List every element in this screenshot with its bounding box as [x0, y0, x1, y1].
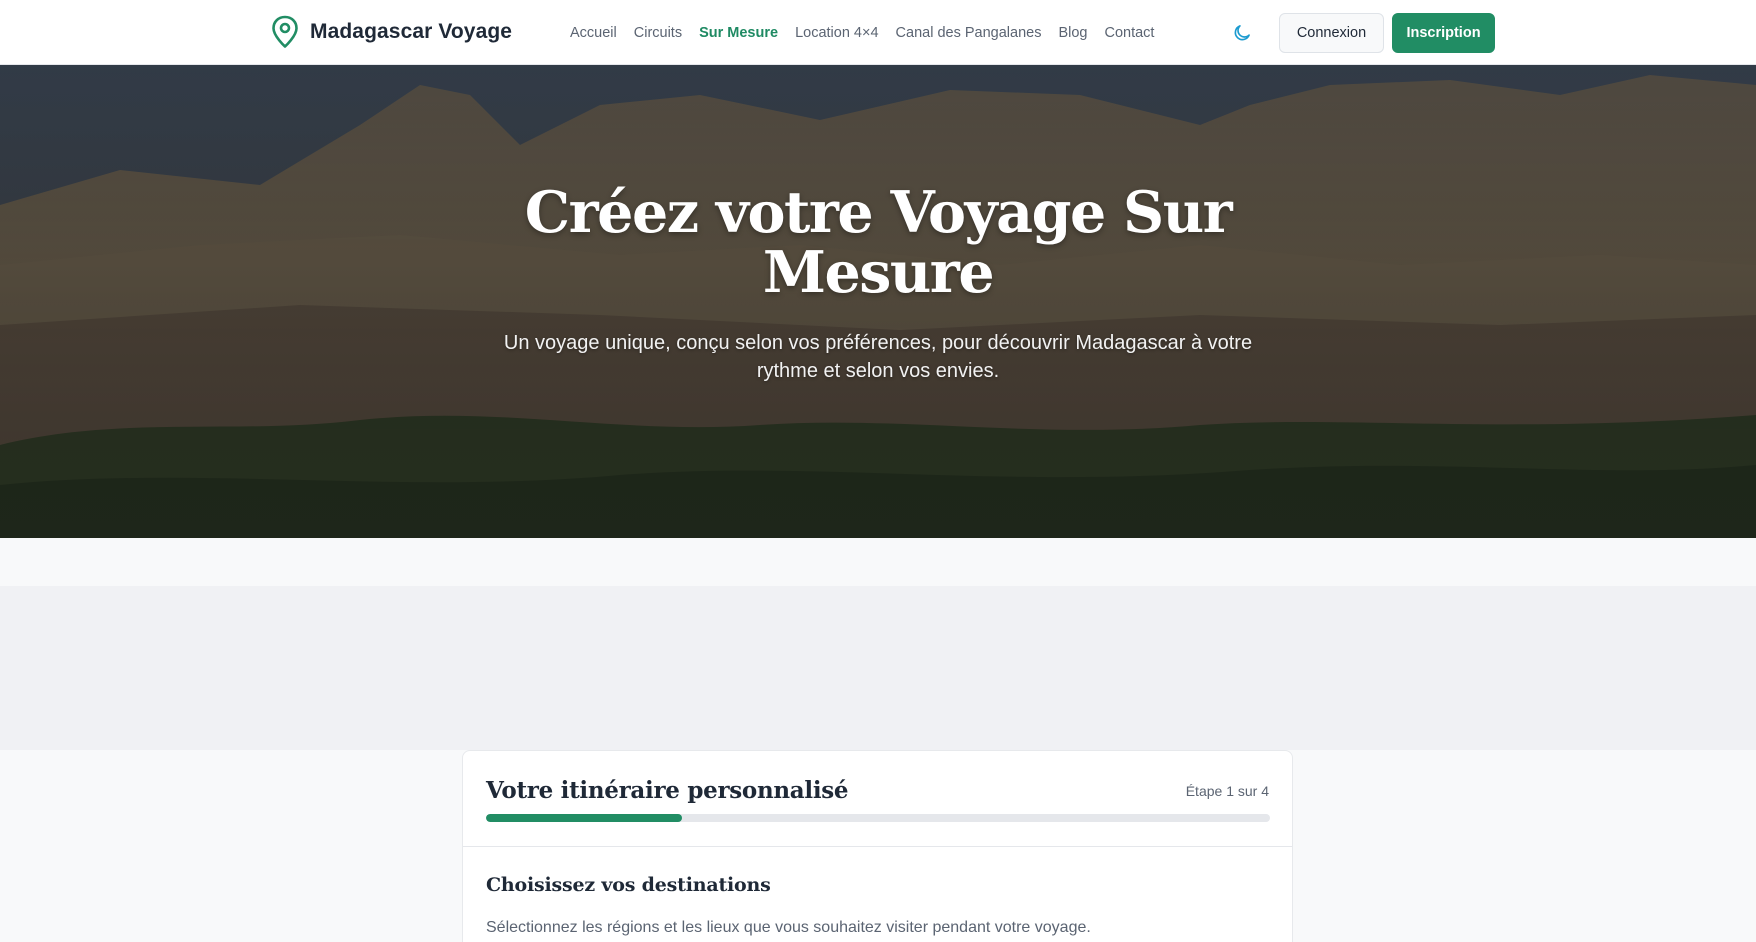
wizard-title: Votre itinéraire personnalisé [486, 777, 849, 804]
wizard-header: Votre itinéraire personnalisé Étape 1 su… [463, 751, 1292, 847]
nav-item-circuits[interactable]: Circuits [634, 25, 682, 41]
nav-item-contact[interactable]: Contact [1104, 25, 1154, 41]
section-description: Sélectionnez les régions et les lieux qu… [486, 919, 1091, 936]
theme-toggle-button[interactable] [1227, 18, 1257, 48]
progress-bar [486, 814, 1270, 822]
content-band [0, 586, 1756, 750]
hero-section: Créez votre Voyage Sur Mesure Un voyage … [0, 65, 1756, 538]
brand-logo[interactable]: Madagascar Voyage [270, 14, 512, 50]
nav-item-sur-mesure[interactable]: Sur Mesure [699, 25, 778, 41]
nav-item-canal-des-pangalanes[interactable]: Canal des Pangalanes [896, 25, 1042, 41]
section-title: Choisissez vos destinations [486, 874, 771, 896]
header-actions: Connexion Inscription [1227, 0, 1495, 65]
itinerary-wizard-card: Votre itinéraire personnalisé Étape 1 su… [462, 750, 1293, 942]
hero-subtitle: Un voyage unique, conçu selon vos préfér… [503, 332, 1253, 382]
progress-bar-fill [486, 814, 682, 822]
nav-item-location-4x4[interactable]: Location 4×4 [795, 25, 878, 41]
nav-item-blog[interactable]: Blog [1058, 25, 1087, 41]
hero-title: Créez votre Voyage Sur Mesure [524, 179, 1233, 306]
main-nav: Accueil Circuits Sur Mesure Location 4×4… [570, 0, 1154, 65]
signup-button[interactable]: Inscription [1392, 12, 1495, 53]
brand-name: Madagascar Voyage [310, 20, 513, 43]
site-header: Madagascar Voyage Accueil Circuits Sur M… [0, 0, 1756, 65]
spacer-band [0, 538, 1756, 586]
login-button[interactable]: Connexion [1279, 12, 1384, 53]
nav-item-accueil[interactable]: Accueil [570, 25, 617, 41]
map-pin-icon [272, 15, 298, 48]
moon-icon [1234, 24, 1250, 40]
step-indicator: Étape 1 sur 4 [1185, 783, 1269, 799]
